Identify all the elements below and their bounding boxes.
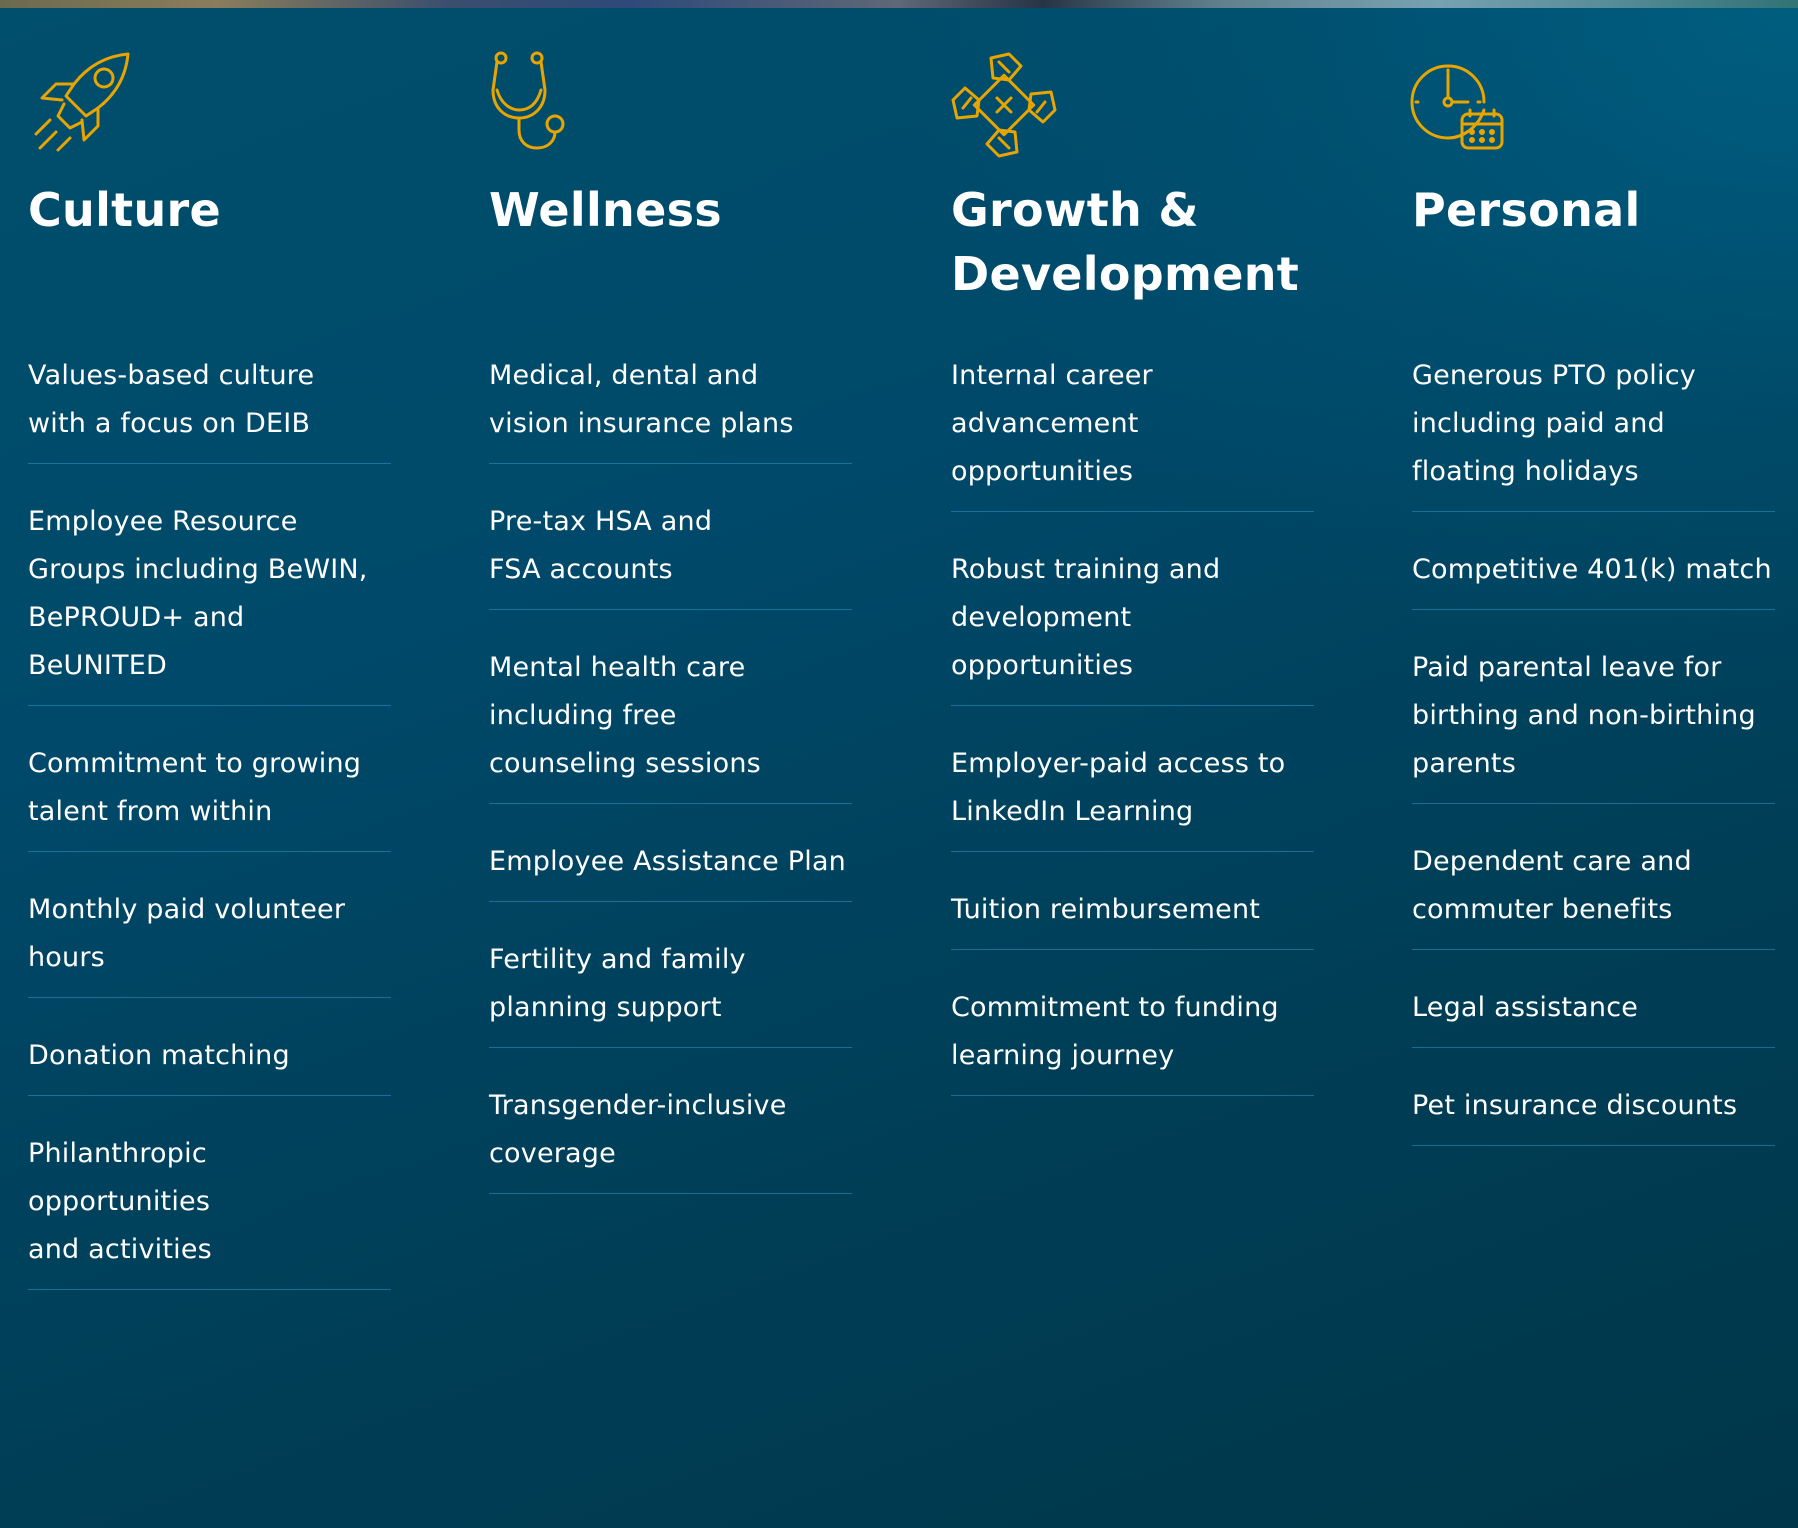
benefit-item: Transgender-inclusive coverage xyxy=(489,1074,852,1194)
benefit-list: Internal career advancement opportunities… xyxy=(951,344,1314,1122)
rocket-icon xyxy=(26,50,136,160)
benefit-item: Pre-tax HSA and FSA accounts xyxy=(489,490,852,610)
benefit-item: Commitment to growing talent from within xyxy=(28,732,391,852)
column-title: Personal xyxy=(1412,183,1641,237)
benefit-item: Employee Assistance Plan xyxy=(489,830,852,902)
benefit-item: Internal career advancement opportunities xyxy=(951,344,1314,512)
benefit-item: Employee Resource Groups including BeWIN,… xyxy=(28,490,391,706)
benefit-item: Donation matching xyxy=(28,1024,391,1096)
joined-hands-icon xyxy=(949,50,1059,160)
benefit-item: Robust training and development opportuni… xyxy=(951,538,1314,706)
benefit-list: Generous PTO policy including paid and flo… xyxy=(1412,344,1775,1172)
benefit-item: Values-based culture with a focus on DEIB xyxy=(28,344,391,464)
benefit-item: Fertility and family planning support xyxy=(489,928,852,1048)
stethoscope-icon xyxy=(487,50,597,160)
benefit-item: Generous PTO policy including paid and flo… xyxy=(1412,344,1775,512)
benefit-list: Values-based culture with a focus on DEIB… xyxy=(28,344,391,1316)
benefit-item: Tuition reimbursement xyxy=(951,878,1314,950)
benefit-item: Philanthropic opportunities and activitie… xyxy=(28,1122,391,1290)
benefit-item: Employer-paid access to LinkedIn Learning xyxy=(951,732,1314,852)
benefit-item: Commitment to funding learning journey xyxy=(951,976,1314,1096)
benefit-item: Monthly paid volunteer hours xyxy=(28,878,391,998)
column-title: Growth & Development xyxy=(951,183,1300,301)
benefit-item: Competitive 401(k) match xyxy=(1412,538,1775,610)
benefit-item: Legal assistance xyxy=(1412,976,1775,1048)
benefit-item: Pet insurance discounts xyxy=(1412,1074,1775,1146)
column-title: Culture xyxy=(28,183,221,237)
benefit-item: Medical, dental and vision insurance plan… xyxy=(489,344,852,464)
benefit-item: Paid parental leave for birthing and non-… xyxy=(1412,636,1775,804)
benefit-item: Dependent care and commuter benefits xyxy=(1412,830,1775,950)
clock-calendar-icon xyxy=(1410,50,1520,160)
column-title: Wellness xyxy=(489,183,722,237)
benefit-list: Medical, dental and vision insurance plan… xyxy=(489,344,852,1220)
benefits-columns: Culture Values-based culture with a focus… xyxy=(0,0,1798,1528)
benefit-item: Mental health care including free counseli… xyxy=(489,636,852,804)
